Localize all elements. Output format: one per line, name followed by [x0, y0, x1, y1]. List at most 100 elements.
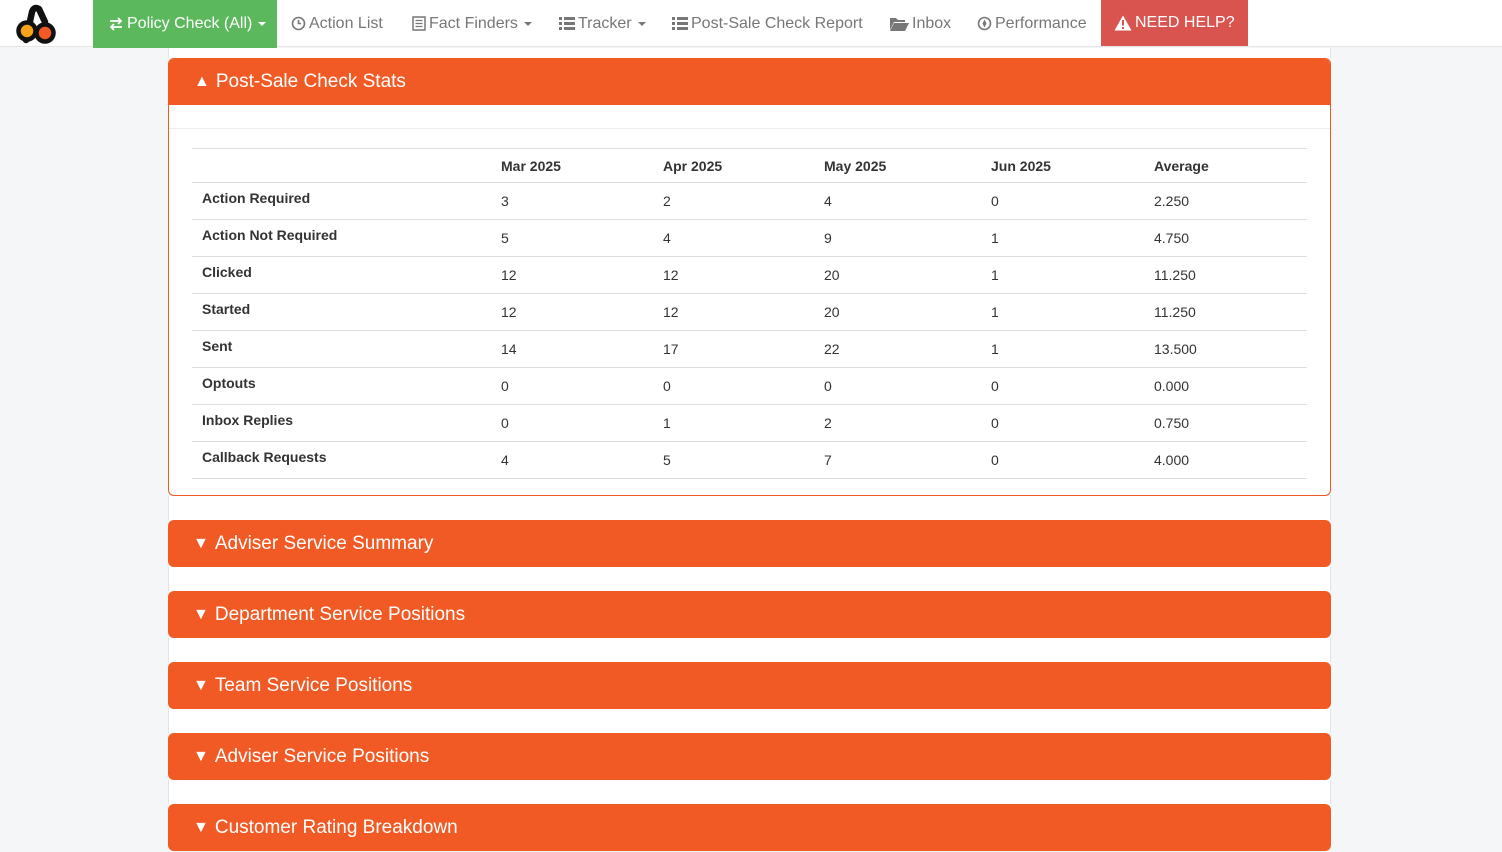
panel-gap	[168, 780, 1331, 804]
table-row: Action Not Required 5 4 9 1 4.750	[192, 216, 1307, 257]
table-row: Action Required 3 2 4 0 2.250	[192, 179, 1307, 220]
dashboard-icon	[977, 16, 992, 31]
table-cell: 9	[824, 219, 991, 257]
exchange-arrows-icon	[108, 17, 124, 31]
table-cell: 14	[501, 330, 663, 368]
table-cell: 0	[663, 367, 824, 405]
row-label: Started	[192, 290, 501, 328]
list-icon	[672, 17, 688, 30]
row-label: Inbox Replies	[192, 401, 501, 439]
row-label: Optouts	[192, 364, 501, 402]
panel-title: Department Service Positions	[214, 603, 466, 625]
department-service-positions-panel[interactable]: ▼ Department Service Positions	[168, 591, 1331, 638]
team-service-positions-panel[interactable]: ▼ Team Service Positions	[168, 662, 1331, 709]
nav-tracker-label: Tracker	[578, 14, 632, 32]
panel-title: Team Service Positions	[214, 674, 413, 696]
table-cell: 0	[991, 441, 1154, 479]
table-cell: 0.750	[1154, 404, 1307, 442]
triangle-down-icon: ▼	[193, 605, 209, 623]
nav-tracker[interactable]: Tracker	[559, 0, 658, 47]
table-cell: 0	[501, 404, 663, 442]
table-cell: 17	[663, 330, 824, 368]
table-cell: 1	[991, 330, 1154, 368]
table-cell: 1	[663, 404, 824, 442]
main-nav: Policy Check (All) Action List Fact Find…	[93, 0, 1248, 48]
nav-action-list[interactable]: Action List	[291, 0, 398, 47]
table-cell: 1	[991, 293, 1154, 331]
app-logo[interactable]	[12, 4, 58, 44]
panel-top-strip	[168, 48, 1331, 58]
list-icon	[559, 17, 575, 30]
nav-action-list-label: Action List	[309, 14, 383, 32]
customer-rating-breakdown-panel[interactable]: ▼ Customer Rating Breakdown	[168, 804, 1331, 851]
panel-title: Customer Rating Breakdown	[214, 816, 458, 838]
nav-policy-check[interactable]: Policy Check (All)	[93, 0, 277, 48]
column-header: Mar 2025	[501, 148, 663, 183]
warning-triangle-icon	[1114, 15, 1132, 31]
table-cell: 3	[501, 182, 663, 220]
need-help-label: NEED HELP?	[1135, 14, 1235, 31]
logo-icon	[16, 4, 56, 44]
stats-table: Mar 2025 Apr 2025 May 2025 Jun 2025 Aver…	[192, 148, 1307, 479]
post-sale-check-stats-header[interactable]: ▲ Post-Sale Check Stats	[169, 59, 1330, 105]
post-sale-check-stats-panel: ▲ Post-Sale Check Stats Mar 2025 Apr 202…	[168, 58, 1331, 496]
column-header: Jun 2025	[991, 148, 1154, 183]
table-cell: 22	[824, 330, 991, 368]
chevron-down-icon	[637, 21, 646, 26]
table-cell: 1	[991, 256, 1154, 294]
table-row: Callback Requests 4 5 7 0 4.000	[192, 438, 1307, 479]
table-cell: 5	[501, 219, 663, 257]
nav-post-sale-check-report[interactable]: Post-Sale Check Report	[672, 0, 876, 47]
row-label: Clicked	[192, 253, 501, 291]
column-header: Apr 2025	[663, 148, 824, 183]
folder-open-icon	[890, 17, 909, 31]
table-row: Clicked 12 12 20 1 11.250	[192, 253, 1307, 294]
table-row: Inbox Replies 0 1 2 0 0.750	[192, 401, 1307, 442]
column-header: May 2025	[824, 148, 991, 183]
adviser-service-summary-panel[interactable]: ▼ Adviser Service Summary	[168, 520, 1331, 567]
table-row: Started 12 12 20 1 11.250	[192, 290, 1307, 331]
table-cell: 13.500	[1154, 330, 1307, 368]
nav-performance-label: Performance	[995, 14, 1087, 32]
table-header-row: Mar 2025 Apr 2025 May 2025 Jun 2025 Aver…	[192, 148, 1307, 183]
table-cell: 0	[991, 367, 1154, 405]
table-cell: 2.250	[1154, 182, 1307, 220]
table-cell: 2	[663, 182, 824, 220]
table-cell: 0	[501, 367, 663, 405]
table-cell: 4	[501, 441, 663, 479]
nav-fact-finders[interactable]: Fact Finders	[412, 0, 545, 47]
triangle-up-icon: ▲	[194, 73, 210, 90]
panel-divider	[169, 105, 1330, 129]
panel-title: Adviser Service Positions	[214, 745, 430, 767]
row-label: Action Not Required	[192, 216, 501, 254]
nav-inbox[interactable]: Inbox	[890, 0, 963, 47]
nav-performance[interactable]: Performance	[977, 0, 1087, 47]
triangle-down-icon: ▼	[193, 818, 209, 836]
nav-inbox-label: Inbox	[912, 14, 952, 32]
panel-gap	[168, 709, 1331, 733]
clock-icon	[291, 16, 306, 31]
panel-gap	[168, 638, 1331, 662]
table-cell: 0	[991, 182, 1154, 220]
column-header: Average	[1154, 148, 1307, 183]
table-cell: 12	[663, 256, 824, 294]
row-label: Sent	[192, 327, 501, 365]
table-cell: 1	[991, 219, 1154, 257]
table-cell: 4	[663, 219, 824, 257]
panel-title: Post-Sale Check Stats	[215, 71, 406, 92]
nav-policy-check-label: Policy Check (All)	[127, 15, 253, 32]
panel-gap	[168, 496, 1331, 520]
chevron-down-icon	[523, 21, 532, 26]
chevron-down-icon	[258, 22, 267, 26]
table-row: Sent 14 17 22 1 13.500	[192, 327, 1307, 368]
nav-post-sale-check-report-label: Post-Sale Check Report	[691, 14, 863, 32]
adviser-service-positions-panel[interactable]: ▼ Adviser Service Positions	[168, 733, 1331, 780]
triangle-down-icon: ▼	[193, 747, 209, 765]
table-cell: 12	[663, 293, 824, 331]
table-cell: 20	[824, 256, 991, 294]
need-help-button[interactable]: NEED HELP?	[1101, 0, 1248, 46]
top-navbar: Policy Check (All) Action List Fact Find…	[0, 0, 1502, 48]
table-cell: 0	[824, 367, 991, 405]
panel-gap	[168, 567, 1331, 591]
triangle-down-icon: ▼	[193, 676, 209, 694]
